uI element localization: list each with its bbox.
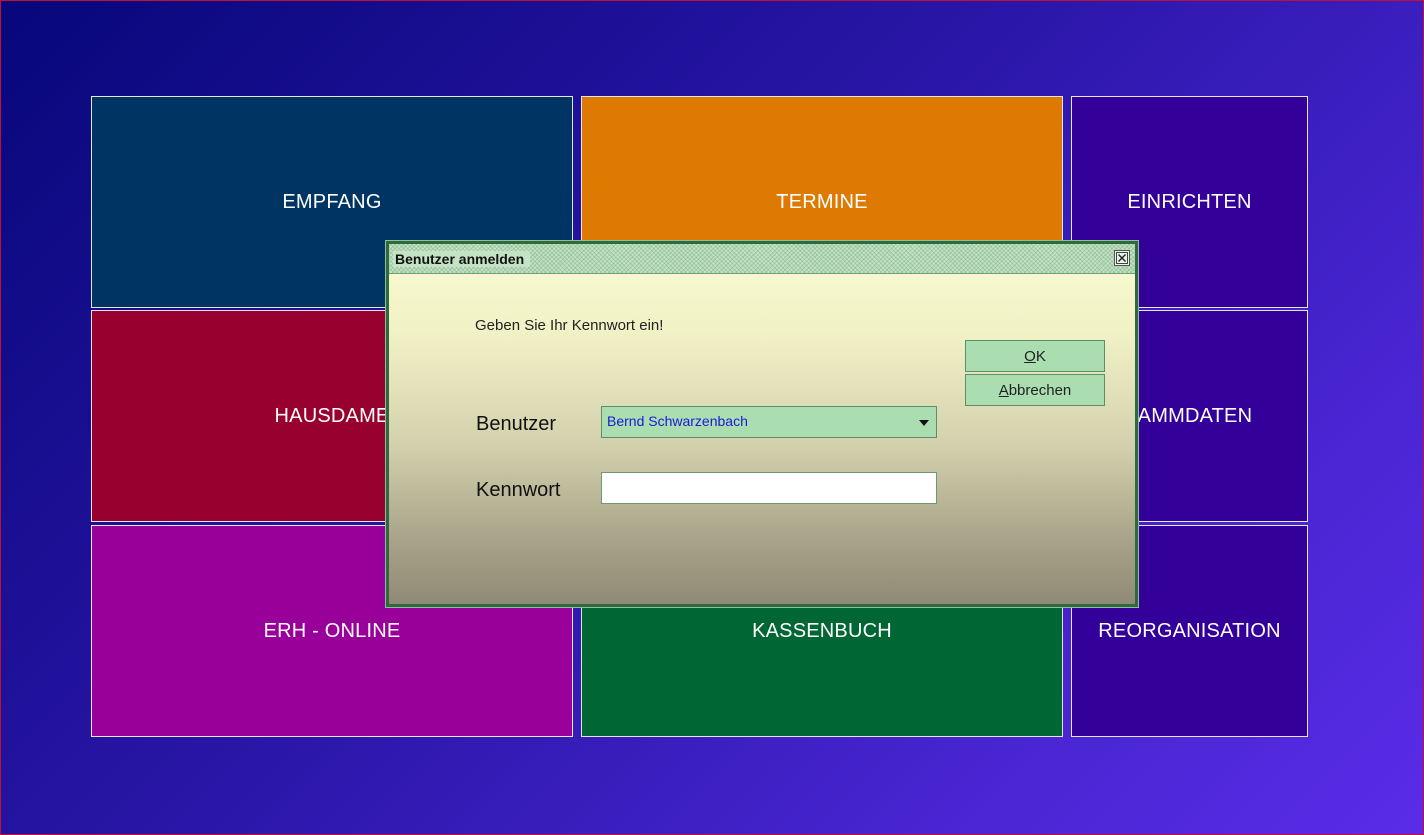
- user-select[interactable]: Bernd Schwarzenbach: [601, 406, 937, 438]
- tile-label: ERH - ONLINE: [263, 619, 401, 642]
- ok-button[interactable]: OK: [965, 340, 1105, 372]
- dialog-title: Benutzer anmelden: [393, 251, 531, 267]
- cancel-button[interactable]: Abbrechen: [965, 374, 1105, 406]
- chevron-down-icon[interactable]: [916, 415, 932, 431]
- tile-label: TERMINE: [776, 190, 868, 213]
- ok-label-rest: K: [1035, 347, 1046, 365]
- cancel-label-rest: bbrechen: [1008, 381, 1072, 399]
- user-label: Benutzer: [476, 413, 557, 435]
- cancel-mnemonic: A: [998, 381, 1009, 399]
- tile-label: TAMMDATEN: [1126, 404, 1253, 427]
- tile-label: EMPFANG: [282, 190, 382, 213]
- tile-label: REORGANISATION: [1098, 619, 1281, 642]
- dialog-titlebar[interactable]: Benutzer anmelden: [389, 244, 1135, 274]
- close-icon: [1116, 252, 1128, 264]
- close-button[interactable]: [1114, 250, 1130, 266]
- dialog-prompt: Geben Sie Ihr Kennwort ein!: [475, 317, 664, 334]
- ok-mnemonic: O: [1024, 347, 1036, 365]
- login-dialog: Benutzer anmelden Geben Sie Ihr Kennwort…: [385, 240, 1139, 608]
- password-label: Kennwort: [476, 479, 561, 501]
- password-input[interactable]: [601, 472, 937, 504]
- tile-label: KASSENBUCH: [752, 619, 892, 642]
- tile-label: HAUSDAME: [274, 404, 390, 427]
- tile-label: EINRICHTEN: [1127, 190, 1252, 213]
- user-select-value: Bernd Schwarzenbach: [607, 413, 748, 429]
